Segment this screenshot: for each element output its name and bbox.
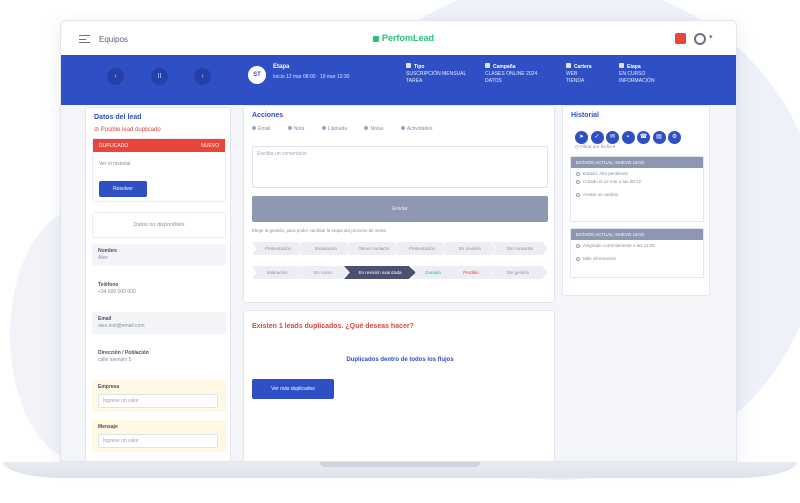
chat-icon[interactable]: ▪ [621,131,635,144]
duplicates-panel: Existen 1 leads duplicados. ¿Qué deseas … [243,310,556,461]
flag-icon [619,63,624,68]
action-tabs: Email Nota Llamada Notas Actividades [252,126,448,132]
laptop-notch [320,462,480,467]
history-line: Asignado correctamente a las 11:05 [571,240,703,248]
info-campaign: Campaña CLASES ONLINE 2024 DATOS [485,63,538,84]
menu-icon[interactable] [79,35,90,43]
stage-chip[interactable]: Valoración [252,266,302,279]
date-filter[interactable]: ◷ Filtrar por fecha ▾ [575,144,615,150]
stage-chip[interactable]: Tercer contacto [348,242,400,255]
stage-date: Inicio 12 mar 08:00 · 19 mar 12:30 [273,74,350,80]
history-panel: Historial ➤ ✓ ✉ ▪ ☎ ▤ ⚙ ◷ Filtrar por fecha ▾ … [562,105,710,296]
field-company: Empresa Ingrese un valor [92,380,226,412]
tab-note[interactable]: Nota [287,126,304,132]
empty-data-message: Datos no disponibles [92,212,226,238]
stage-icon: ST [248,66,266,84]
stage-row: Presentación Evaluación Tercer contacto … [252,242,552,255]
info-type: Tipo SUSCRIPCIÓN MENSUAL TAREA [406,63,467,84]
user-avatar-icon[interactable] [694,33,706,45]
message-input[interactable]: Ingrese un valor [98,434,218,448]
stage-chip[interactable]: Presentación [252,242,304,255]
folder-icon [566,63,571,68]
duplicate-card-header: DUPLICADO NUEVO [93,139,225,152]
tab-email[interactable]: Email [252,126,271,132]
mail-icon[interactable]: ✉ [606,131,619,144]
stage-chip[interactable]: En curso [298,266,348,279]
more-duplicates-button[interactable]: Ver más duplicados [252,379,334,399]
history-actions: ➤ ✓ ✉ ▪ ☎ ▤ ⚙ [575,125,684,144]
lead-data-panel: Datos del lead ⊘ Posible lead duplicado … [85,107,231,461]
company-input[interactable]: Ingrese un valor [98,394,218,408]
history-card-header: ESTADO ACTUAL: NUEVO LEAD [571,157,703,168]
tag-icon [406,63,411,68]
field-address: Dirección / Población calle ejemplo 5 [98,350,149,363]
lead-header-bar: ‹ II › ST Etapa Inicio 12 mar 08:00 · 19… [61,55,736,105]
stage-chip[interactable]: En revisión [444,242,496,255]
stage-chip[interactable]: Sin contactar [492,242,548,255]
history-action-link[interactable]: Anotar un cambio [571,184,703,197]
panel-title: Datos del lead [94,114,142,121]
stage-chip[interactable]: Presentación [396,242,448,255]
previous-button[interactable]: ‹ [107,68,124,85]
tab-call[interactable]: Llamada [321,126,347,132]
panel-title: Historial [571,112,600,119]
field-phone: Teléfono +34 600 000 000 [98,282,136,295]
field-message: Mensaje Ingrese un valor [92,420,226,452]
history-card: ESTADO ACTUAL: NUEVO LEAD Estado: Alta p… [570,156,704,222]
doc-icon[interactable]: ▤ [652,131,666,144]
send-button[interactable]: Enviar [252,196,548,222]
field-name: Nombre Alex [92,244,226,266]
logo-mark-icon [373,35,379,42]
duplicates-link[interactable]: Duplicados dentro de todos los flujos [244,357,556,363]
next-button[interactable]: › [194,68,211,85]
campaign-icon [485,63,490,68]
section-title: Equipos [99,35,128,44]
notification-icon[interactable] [675,33,686,44]
stage-name: Etapa [273,64,290,70]
tab-activities[interactable]: Actividades [400,126,432,132]
gear-icon[interactable]: ⚙ [668,131,681,144]
history-line: Estado: Alta pendiente [571,168,703,176]
logo-text: PerfomLead [382,33,435,43]
comment-textarea[interactable]: Escriba un comentario [252,146,548,188]
duplicate-card-text: Ver el historial [99,161,131,167]
stage-hint: Elegir la gestión, para poder cambiar la… [252,228,386,233]
phone-icon[interactable]: ☎ [637,131,650,144]
top-bar: Equipos PerfomLead ▾ [61,21,736,55]
stage-chip[interactable]: Evaluación [300,242,352,255]
stage-chip-won[interactable]: Ganado [412,266,454,279]
send-icon[interactable]: ➤ [575,131,588,144]
history-card-header: ESTADO ACTUAL: NUEVO LEAD [571,229,703,240]
logo: PerfomLead [373,33,434,43]
pause-button[interactable]: II [151,68,168,85]
history-line: Creado el 12 mar a las 09:12 [571,176,703,184]
duplicate-card: DUPLICADO NUEVO Ver el historial Resolve… [92,138,226,202]
panel-title: Acciones [252,112,284,119]
stage-chip-active[interactable]: En revisión avanzada [344,266,416,279]
tab-notes[interactable]: Notas [364,126,384,132]
field-email: Email alex.test@email.com [92,312,226,334]
resolve-button[interactable]: Resolver [99,181,147,197]
history-card: ESTADO ACTUAL: NUEVO LEAD Asignado corre… [570,228,704,278]
stage-chip-lost[interactable]: Perdido [450,266,492,279]
duplicate-warning: ⊘ Posible lead duplicado [94,127,161,133]
chevron-down-icon[interactable]: ▾ [709,33,713,41]
check-icon[interactable]: ✓ [590,131,604,144]
stage-chip[interactable]: Sin gestión [488,266,548,279]
history-action-link[interactable]: Más información [571,248,703,261]
actions-panel: Acciones Email Nota Llamada Notas Activi… [243,105,555,303]
info-portfolio: Cartera WEB TIENDA [566,63,592,84]
stage-row: Valoración En curso En revisión avanzada… [252,266,552,279]
duplicates-question: Existen 1 leads duplicados. ¿Qué deseas … [252,323,414,330]
app-screen: Equipos PerfomLead ▾ ‹ II › ST Etapa Ini… [60,20,737,462]
info-stage: Etapa EN CURSO INFORMACIÓN [619,63,655,84]
